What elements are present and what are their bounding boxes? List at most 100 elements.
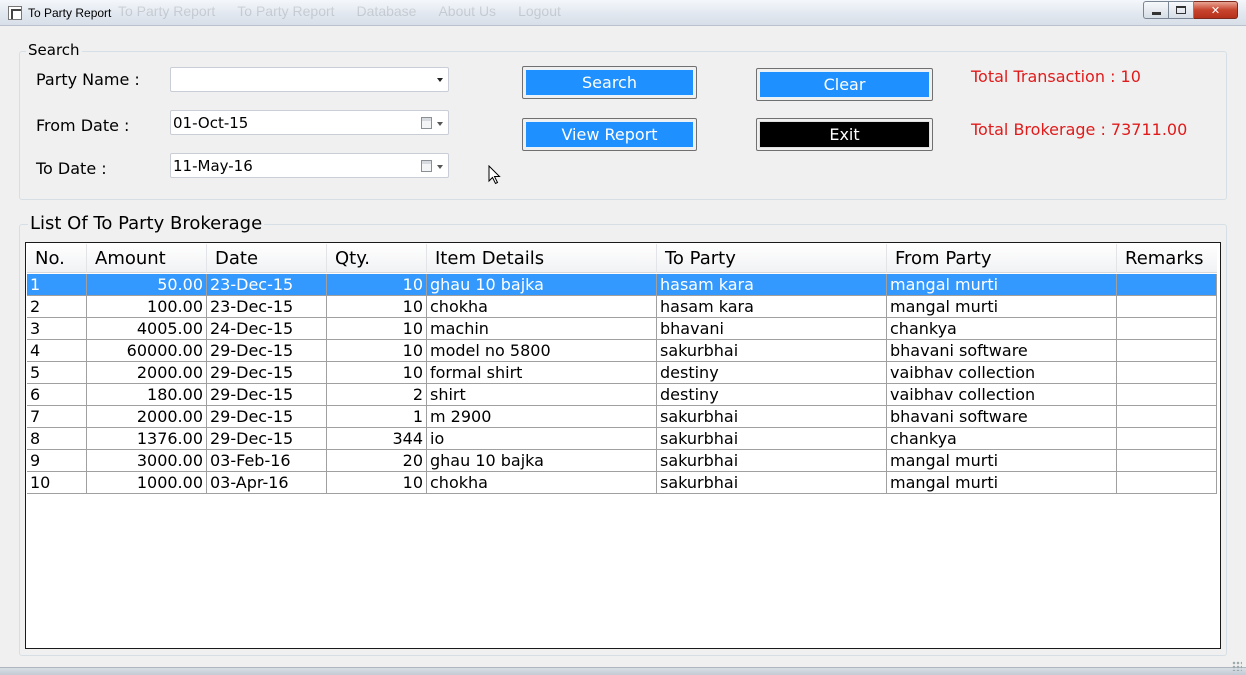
table-cell-date[interactable]: 03-Apr-16	[207, 472, 327, 494]
table-cell-to-party[interactable]: sakurbhai	[657, 428, 887, 450]
table-cell-from-party[interactable]: mangal murti	[887, 296, 1117, 318]
table-cell-item-details[interactable]: chokha	[427, 296, 657, 318]
table-cell-to-party[interactable]: hasam kara	[657, 296, 887, 318]
table-cell-from-party[interactable]: mangal murti	[887, 274, 1117, 296]
table-cell-item-details[interactable]: io	[427, 428, 657, 450]
table-row[interactable]: 8 1376.00 29-Dec-15 344 io sakurbhai chankya	[27, 428, 1217, 450]
table-cell-from-party[interactable]: bhavani software	[887, 406, 1117, 428]
calendar-icon[interactable]	[421, 160, 432, 172]
table-row[interactable]: 2 100.00 23-Dec-15 10 chokha hasam kara mangal…	[27, 296, 1217, 318]
table-cell-remarks[interactable]	[1117, 340, 1217, 362]
table-cell-from-party[interactable]: bhavani software	[887, 340, 1117, 362]
table-cell-amount[interactable]: 180.00	[87, 384, 207, 406]
table-cell-no[interactable]: 10	[27, 472, 87, 494]
table-cell-qty[interactable]: 10	[327, 318, 427, 340]
table-cell-amount[interactable]: 100.00	[87, 296, 207, 318]
close-button[interactable]: ✕	[1194, 1, 1238, 19]
table-cell-from-party[interactable]: chankya	[887, 428, 1117, 450]
column-header-date[interactable]: Date	[207, 244, 327, 273]
table-cell-amount[interactable]: 2000.00	[87, 362, 207, 384]
column-header-from-party[interactable]: From Party	[887, 244, 1117, 273]
table-cell-qty[interactable]: 344	[327, 428, 427, 450]
table-row[interactable]: 6 180.00 29-Dec-15 2 shirt destiny vaibhav col…	[27, 384, 1217, 406]
table-cell-no[interactable]: 3	[27, 318, 87, 340]
chevron-down-icon[interactable]	[437, 122, 443, 126]
table-cell-from-party[interactable]: mangal murti	[887, 450, 1117, 472]
from-date-picker[interactable]: 01-Oct-15	[170, 110, 449, 135]
table-cell-to-party[interactable]: sakurbhai	[657, 472, 887, 494]
table-cell-remarks[interactable]	[1117, 406, 1217, 428]
column-header-remarks[interactable]: Remarks	[1117, 244, 1217, 273]
column-header-no[interactable]: No.	[27, 244, 87, 273]
table-cell-from-party[interactable]: mangal murti	[887, 472, 1117, 494]
table-cell-remarks[interactable]	[1117, 428, 1217, 450]
table-cell-to-party[interactable]: hasam kara	[657, 274, 887, 296]
table-cell-remarks[interactable]	[1117, 362, 1217, 384]
table-row[interactable]: 1 50.00 23-Dec-15 10 ghau 10 bajka hasam kara…	[27, 274, 1217, 296]
resize-grip-icon[interactable]	[1232, 661, 1242, 671]
calendar-icon[interactable]	[421, 117, 432, 129]
table-cell-remarks[interactable]	[1117, 274, 1217, 296]
table-cell-item-details[interactable]: machin	[427, 318, 657, 340]
table-cell-from-party[interactable]: vaibhav collection	[887, 384, 1117, 406]
table-cell-from-party[interactable]: vaibhav collection	[887, 362, 1117, 384]
table-cell-no[interactable]: 1	[27, 274, 87, 296]
table-cell-no[interactable]: 2	[27, 296, 87, 318]
table-cell-date[interactable]: 29-Dec-15	[207, 406, 327, 428]
table-cell-amount[interactable]: 50.00	[87, 274, 207, 296]
table-cell-to-party[interactable]: bhavani	[657, 318, 887, 340]
table-row[interactable]: 9 3000.00 03-Feb-16 20 ghau 10 bajka sakurbha…	[27, 450, 1217, 472]
maximize-button[interactable]	[1169, 1, 1194, 19]
column-header-qty[interactable]: Qty.	[327, 244, 427, 273]
table-cell-item-details[interactable]: chokha	[427, 472, 657, 494]
table-cell-item-details[interactable]: formal shirt	[427, 362, 657, 384]
chevron-down-icon[interactable]	[437, 165, 443, 169]
table-cell-date[interactable]: 24-Dec-15	[207, 318, 327, 340]
table-cell-amount[interactable]: 60000.00	[87, 340, 207, 362]
clear-button[interactable]: Clear	[756, 68, 933, 101]
table-cell-from-party[interactable]: chankya	[887, 318, 1117, 340]
table-cell-item-details[interactable]: model no 5800	[427, 340, 657, 362]
table-cell-date[interactable]: 23-Dec-15	[207, 274, 327, 296]
table-cell-amount[interactable]: 4005.00	[87, 318, 207, 340]
table-cell-date[interactable]: 03-Feb-16	[207, 450, 327, 472]
table-cell-to-party[interactable]: destiny	[657, 384, 887, 406]
table-cell-item-details[interactable]: shirt	[427, 384, 657, 406]
view-report-button[interactable]: View Report	[522, 118, 697, 151]
to-date-picker[interactable]: 11-May-16	[170, 153, 449, 178]
table-cell-qty[interactable]: 10	[327, 472, 427, 494]
table-cell-qty[interactable]: 2	[327, 384, 427, 406]
table-cell-amount[interactable]: 1376.00	[87, 428, 207, 450]
table-cell-to-party[interactable]: sakurbhai	[657, 450, 887, 472]
table-cell-amount[interactable]: 3000.00	[87, 450, 207, 472]
table-cell-remarks[interactable]	[1117, 472, 1217, 494]
table-cell-no[interactable]: 8	[27, 428, 87, 450]
party-name-combobox[interactable]	[170, 67, 449, 92]
table-cell-no[interactable]: 7	[27, 406, 87, 428]
table-cell-amount[interactable]: 2000.00	[87, 406, 207, 428]
table-row[interactable]: 10 1000.00 03-Apr-16 10 chokha sakurbhai manga…	[27, 472, 1217, 494]
table-cell-amount[interactable]: 1000.00	[87, 472, 207, 494]
table-cell-to-party[interactable]: sakurbhai	[657, 406, 887, 428]
table-cell-qty[interactable]: 20	[327, 450, 427, 472]
table-cell-qty[interactable]: 10	[327, 274, 427, 296]
table-cell-remarks[interactable]	[1117, 384, 1217, 406]
table-cell-date[interactable]: 29-Dec-15	[207, 428, 327, 450]
table-cell-remarks[interactable]	[1117, 296, 1217, 318]
table-row[interactable]: 3 4005.00 24-Dec-15 10 machin bhavani chankya	[27, 318, 1217, 340]
table-cell-qty[interactable]: 10	[327, 362, 427, 384]
column-header-to-party[interactable]: To Party	[657, 244, 887, 273]
table-cell-item-details[interactable]: m 2900	[427, 406, 657, 428]
table-row[interactable]: 7 2000.00 29-Dec-15 1 m 2900 sakurbhai bhavani…	[27, 406, 1217, 428]
table-cell-qty[interactable]: 10	[327, 340, 427, 362]
table-cell-qty[interactable]: 1	[327, 406, 427, 428]
table-cell-item-details[interactable]: ghau 10 bajka	[427, 450, 657, 472]
table-cell-date[interactable]: 29-Dec-15	[207, 340, 327, 362]
column-header-amount[interactable]: Amount	[87, 244, 207, 273]
table-row[interactable]: 4 60000.00 29-Dec-15 10 model no 5800 sakurbh…	[27, 340, 1217, 362]
table-cell-date[interactable]: 23-Dec-15	[207, 296, 327, 318]
table-cell-remarks[interactable]	[1117, 318, 1217, 340]
brokerage-table[interactable]: No. Amount Date Qty. Item Details To Par…	[25, 242, 1221, 649]
search-button[interactable]: Search	[522, 66, 697, 99]
table-cell-date[interactable]: 29-Dec-15	[207, 362, 327, 384]
